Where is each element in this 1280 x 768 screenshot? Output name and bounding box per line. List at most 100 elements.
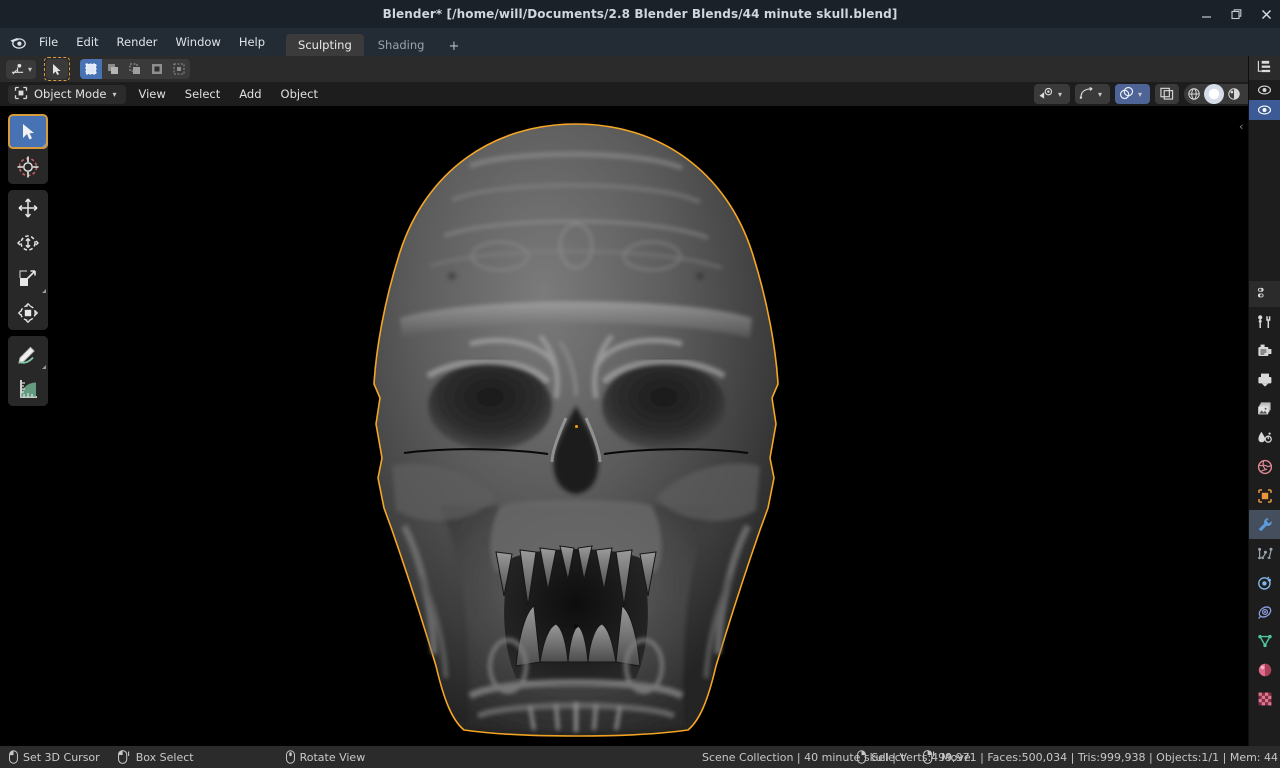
properties-tab-object[interactable]	[1249, 481, 1280, 510]
properties-tab-tool[interactable]	[1249, 307, 1280, 336]
outliner-row-empty-5[interactable]	[1249, 200, 1280, 220]
status-label-rotate-view: Rotate View	[300, 751, 366, 764]
outliner-editor[interactable]: ‹	[1248, 56, 1280, 281]
outliner-collapse-arrow[interactable]: ‹	[1239, 120, 1243, 133]
status-label-set-3d-cursor: Set 3D Cursor	[23, 751, 100, 764]
xray-toggle-icon	[1159, 85, 1175, 104]
object-mode-icon	[14, 86, 28, 103]
menu-window[interactable]: Window	[166, 32, 229, 52]
outliner-row-empty-4[interactable]	[1249, 180, 1280, 200]
properties-tab-physics[interactable]	[1249, 568, 1280, 597]
annotate-tool[interactable]	[8, 336, 48, 371]
move-tool[interactable]	[8, 190, 48, 225]
mode-dropdown[interactable]: Object Mode ▾	[8, 85, 126, 104]
properties-tab-world[interactable]	[1249, 452, 1280, 481]
select-mode-intersect-icon[interactable]	[168, 59, 190, 79]
cursor-tool[interactable]	[8, 149, 48, 184]
measure-tool[interactable]	[8, 371, 48, 406]
status-keymap-rotate-view: Rotate View	[277, 750, 375, 764]
viewport-menu-select[interactable]: Select	[178, 85, 227, 103]
skull-model[interactable]	[0, 106, 1248, 746]
blender-window: Blender* [/home/will/Documents/2.8 Blend…	[0, 0, 1280, 768]
select-mode-subtract-icon[interactable]	[124, 59, 146, 79]
outliner-icon[interactable]	[1256, 59, 1273, 78]
mouse-middle-icon	[286, 750, 295, 764]
status-keymap-set-3d-cursor: Set 3D Cursor	[0, 750, 109, 764]
3d-viewport[interactable]	[0, 106, 1248, 746]
window-controls	[1198, 0, 1274, 28]
outliner-row-empty-3[interactable]	[1249, 160, 1280, 180]
select-mode-set-icon[interactable]	[80, 59, 102, 79]
skull-render	[0, 106, 1248, 746]
outliner-row-empty-6[interactable]	[1249, 220, 1280, 240]
select-mode-invert-icon[interactable]	[146, 59, 168, 79]
select-mode-extend-icon[interactable]	[102, 59, 124, 79]
gizmo-icon	[1079, 85, 1095, 104]
workspace-tab-shading[interactable]: Shading	[366, 34, 437, 56]
properties-editor-icon[interactable]	[1256, 285, 1273, 304]
tool-has-submenu-indicator	[42, 289, 46, 293]
properties-tab-particles[interactable]	[1249, 539, 1280, 568]
viewport-header-right: ▾ ▾ ▾	[1034, 83, 1276, 105]
menu-file[interactable]: File	[30, 32, 67, 52]
blender-logo-icon[interactable]	[6, 30, 30, 54]
outliner-row-scene-collection[interactable]	[1249, 80, 1280, 100]
tweak-tool[interactable]	[8, 114, 48, 149]
properties-tab-data[interactable]	[1249, 626, 1280, 655]
cursor-arrow-icon[interactable]	[46, 59, 68, 79]
tool-group-select	[8, 114, 48, 184]
properties-tab-constraints[interactable]	[1249, 597, 1280, 626]
tool-settings-header: ▾	[0, 56, 1248, 82]
viewport-menu-add[interactable]: Add	[232, 85, 268, 103]
center-marker	[574, 624, 578, 628]
gizmo-dropdown[interactable]: ▾	[1075, 84, 1110, 104]
menu-edit[interactable]: Edit	[67, 32, 107, 52]
object-visibility-dropdown[interactable]: ▾	[1034, 84, 1070, 104]
properties-tab-material[interactable]	[1249, 655, 1280, 684]
rotate-tool[interactable]	[8, 225, 48, 260]
properties-tab-scene[interactable]	[1249, 423, 1280, 452]
object-visibility-icon	[1038, 85, 1055, 104]
chevron-down-icon: ▾	[112, 90, 120, 99]
menu-help[interactable]: Help	[230, 32, 274, 52]
viewport-menu-object[interactable]: Object	[274, 85, 325, 103]
eye-icon	[1257, 104, 1272, 116]
outliner-row-object[interactable]	[1249, 100, 1280, 120]
outliner-row-empty-1[interactable]	[1249, 120, 1280, 140]
viewport-toolbar	[8, 114, 48, 406]
properties-editor[interactable]	[1248, 281, 1280, 746]
object-origin-dot	[574, 424, 579, 429]
properties-tab-view-layer[interactable]	[1249, 394, 1280, 423]
overlays-icon	[1119, 85, 1135, 104]
close-icon[interactable]	[1258, 6, 1274, 22]
shading-wireframe-icon[interactable]	[1184, 84, 1204, 104]
snap-cursor-icon[interactable]	[6, 60, 28, 79]
menu-render[interactable]: Render	[108, 32, 167, 52]
status-label-box-select: Box Select	[136, 751, 194, 764]
maximize-restore-icon[interactable]	[1228, 6, 1244, 22]
properties-tab-texture[interactable]	[1249, 684, 1280, 713]
left-eye-socket	[428, 362, 552, 450]
shading-material-preview-icon[interactable]	[1224, 84, 1244, 104]
active-tool-indicator	[44, 57, 70, 81]
properties-tab-render[interactable]	[1249, 336, 1280, 365]
properties-tab-output[interactable]	[1249, 365, 1280, 394]
minimize-icon[interactable]	[1198, 6, 1214, 22]
active-tool-button[interactable]	[46, 59, 68, 79]
properties-header	[1249, 281, 1280, 307]
scale-tool[interactable]	[8, 260, 48, 295]
overlays-dropdown[interactable]: ▾	[1115, 84, 1150, 104]
workspace-tab-sculpting[interactable]: Sculpting	[286, 34, 364, 56]
snap-cursor-dropdown[interactable]: ▾	[6, 60, 36, 79]
outliner-row-empty-2[interactable]	[1249, 140, 1280, 160]
status-keymap-box-select: Box Select	[109, 750, 203, 764]
xray-toggle-button[interactable]	[1155, 84, 1179, 104]
mouse-left-icon	[9, 750, 18, 764]
shading-solid-icon[interactable]	[1204, 84, 1224, 104]
status-bar: Set 3D Cursor Box Select Rotate View	[0, 746, 1280, 768]
viewport-menu-view[interactable]: View	[131, 85, 172, 103]
properties-tab-modifiers[interactable]	[1249, 510, 1280, 539]
select-mode-group[interactable]	[80, 59, 190, 79]
transform-tool[interactable]	[8, 295, 48, 330]
add-workspace-button[interactable]: +	[438, 37, 469, 56]
